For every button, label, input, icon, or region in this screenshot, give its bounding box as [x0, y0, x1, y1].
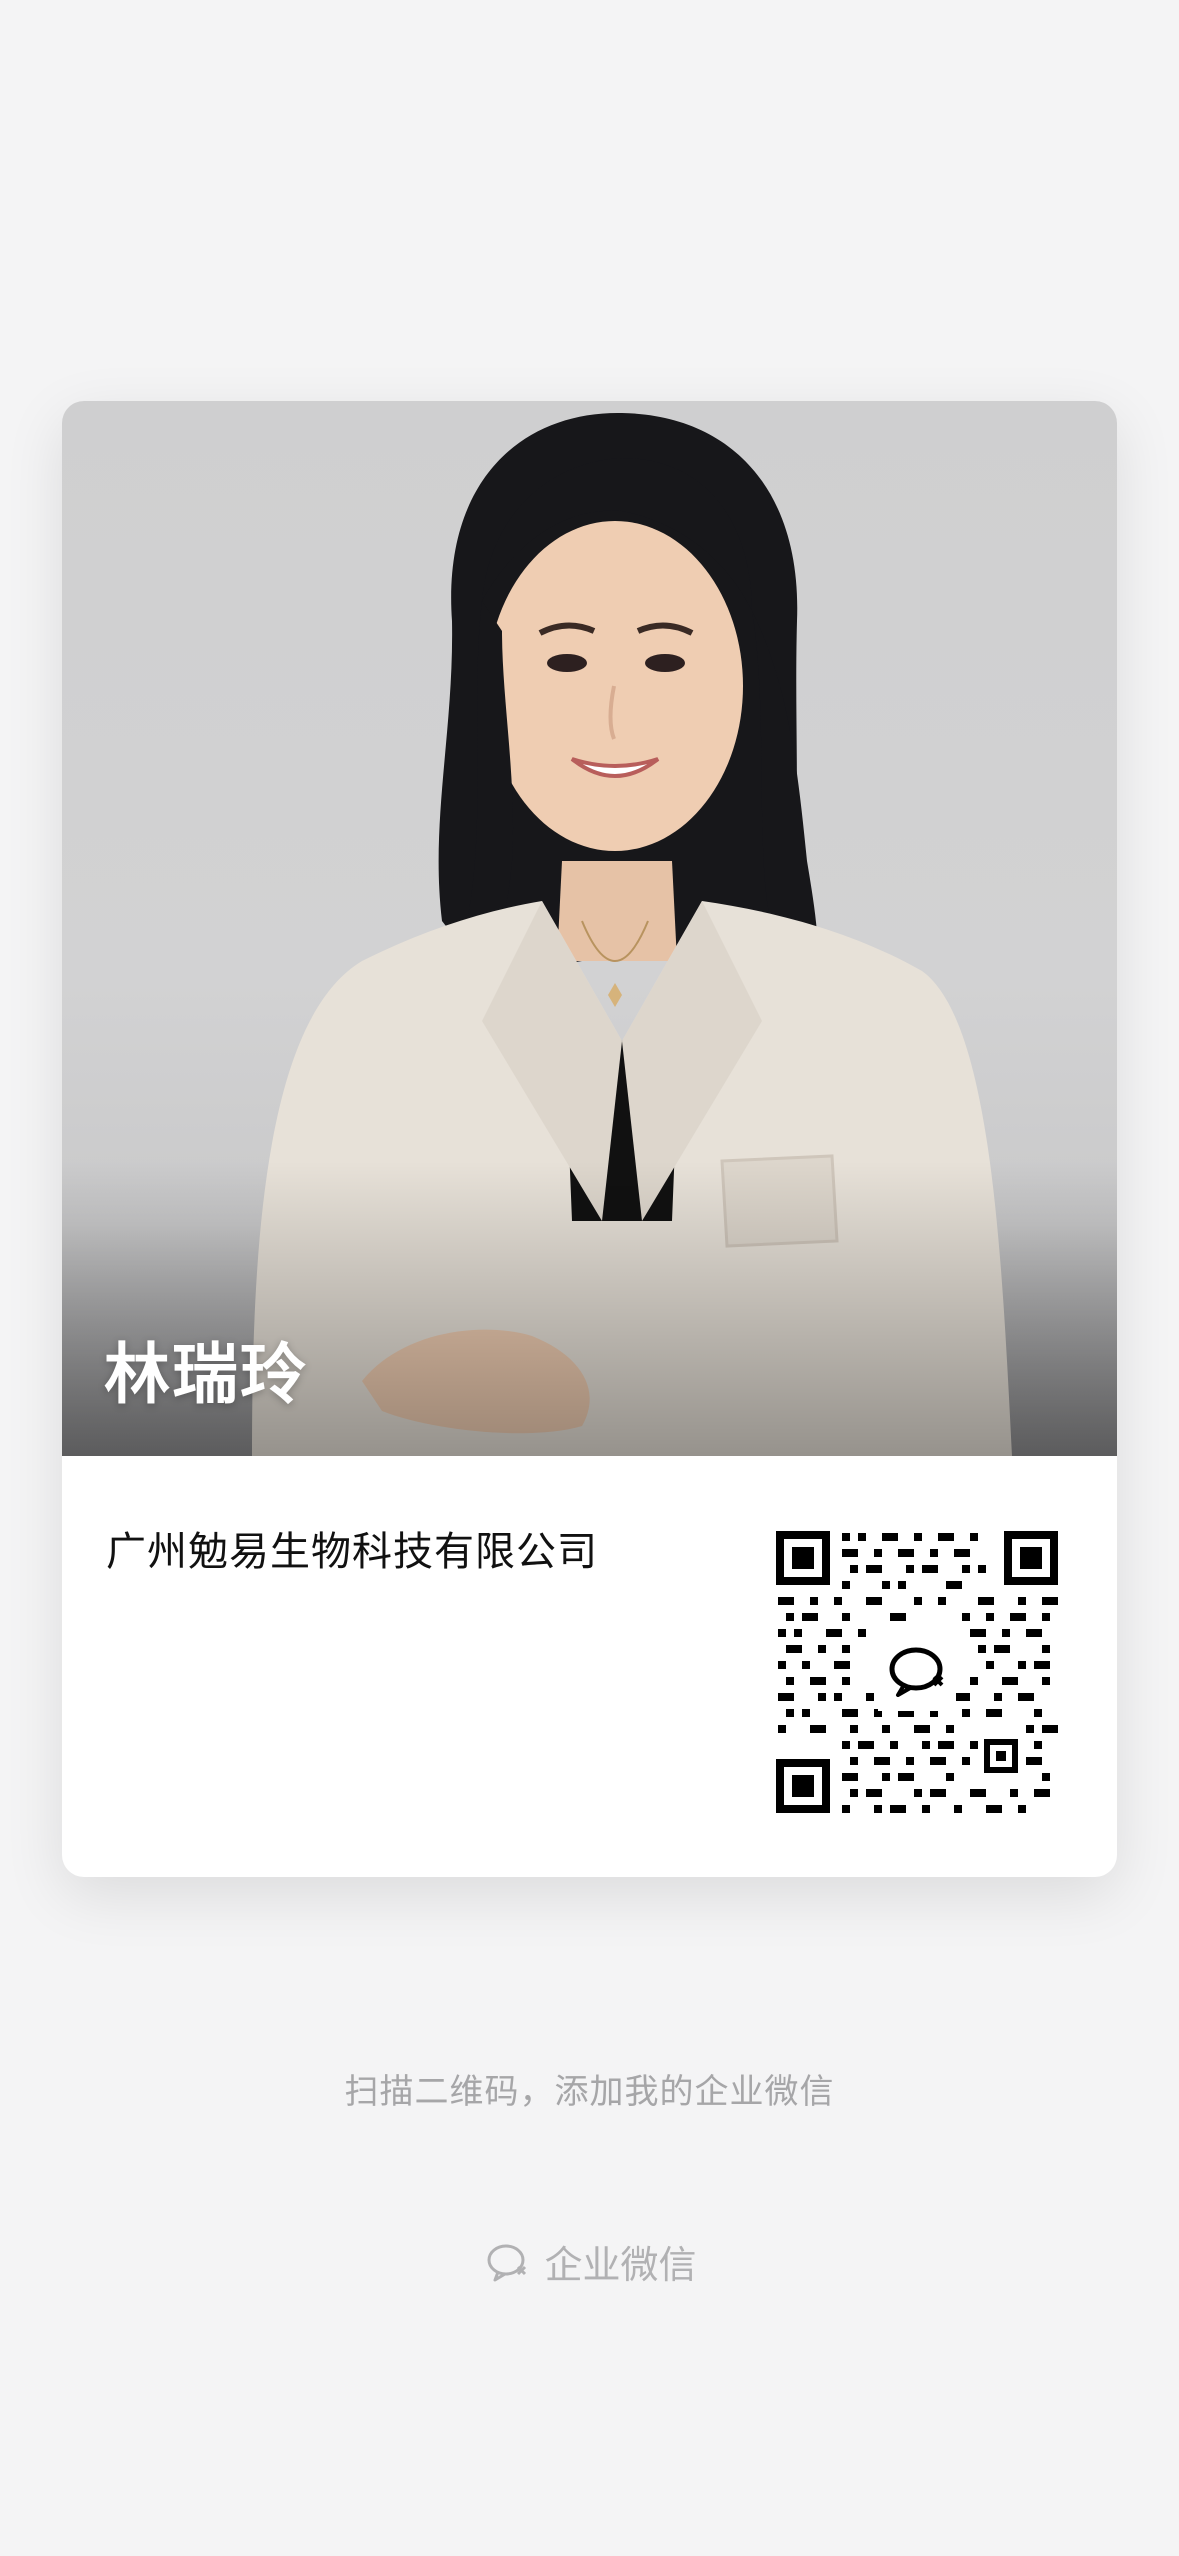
qr-code[interactable] — [772, 1527, 1062, 1817]
business-card: 林瑞玲 广州勉易生物科技有限公司 — [62, 401, 1117, 1877]
person-name: 林瑞玲 — [104, 1336, 308, 1413]
footer-label: 企业微信 — [544, 2243, 697, 2287]
qr-hint-text: 扫描二维码，添加我的企业微信 — [344, 2072, 835, 2112]
footer-brand: 企业微信 — [0, 2234, 1179, 2289]
qr-code-graphic — [772, 1527, 1062, 1817]
portrait-illustration — [62, 412, 1117, 1456]
profile-photo: 林瑞玲 — [62, 401, 1117, 1456]
wechat-work-icon — [482, 2236, 534, 2288]
company-name: 广州勉易生物科技有限公司 — [106, 1529, 598, 1575]
